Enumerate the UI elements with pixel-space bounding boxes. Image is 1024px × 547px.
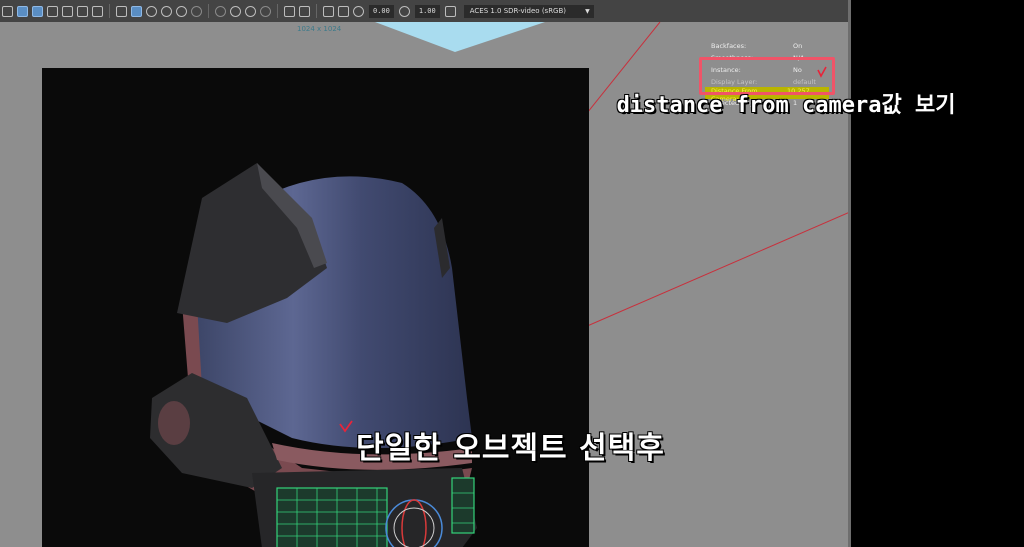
hud-row-backfaces: Backfaces: On xyxy=(711,42,841,54)
xray-joints-icon[interactable] xyxy=(323,5,334,17)
camera-guide-line xyxy=(554,211,850,341)
helmet-model[interactable] xyxy=(42,68,589,547)
highlight-box xyxy=(699,57,835,95)
toolbar-divider xyxy=(277,4,278,18)
exposure-icon[interactable] xyxy=(353,5,364,17)
xray-icon[interactable] xyxy=(299,5,310,17)
use-all-lights-icon[interactable] xyxy=(176,5,187,17)
color-space-dropdown[interactable]: ACES 1.0 SDR-video (sRGB) ▼ xyxy=(463,4,594,18)
wireframe-icon[interactable] xyxy=(116,5,127,17)
depth-of-field-icon[interactable] xyxy=(260,5,271,17)
checkmark-icon xyxy=(339,420,353,433)
select-camera-icon[interactable] xyxy=(2,5,13,17)
exposure-field[interactable]: 0.00 xyxy=(369,4,394,18)
field-chart-icon[interactable] xyxy=(62,5,73,17)
isolate-select-icon[interactable] xyxy=(284,5,295,17)
hud-value: On xyxy=(793,42,803,50)
color-space-label: ACES 1.0 SDR-video (sRGB) xyxy=(469,6,567,15)
toolbar-divider xyxy=(109,4,110,18)
backface-culling-icon[interactable] xyxy=(338,5,349,17)
camera-attributes-icon[interactable] xyxy=(17,5,28,17)
gamma-field[interactable]: 1.00 xyxy=(414,4,440,18)
ear-piece-accent xyxy=(158,401,190,445)
checkmark-icon xyxy=(817,66,827,78)
resolution-gate-label: 1024 x 1024 xyxy=(297,25,342,33)
shadows-icon[interactable] xyxy=(191,5,202,17)
chevron-down-icon: ▼ xyxy=(585,7,590,15)
safe-action-icon[interactable] xyxy=(77,5,88,17)
annotation-caption-korean: 단일한 오브젝트 선택후 xyxy=(356,431,665,466)
toolbar-divider xyxy=(208,4,209,18)
viewport-toolbar: 0.00 1.00 ACES 1.0 SDR-video (sRGB) ▼ xyxy=(0,0,850,23)
resolution-gate-icon[interactable] xyxy=(32,5,43,17)
screen-space-ao-icon[interactable] xyxy=(215,5,226,17)
film-gate-icon[interactable] xyxy=(47,5,58,17)
safe-title-icon[interactable] xyxy=(92,5,103,17)
toolbar-divider xyxy=(316,4,317,18)
gamma-icon[interactable] xyxy=(398,5,410,17)
view-transform-icon[interactable] xyxy=(444,5,456,17)
wireframe-on-shaded-icon[interactable] xyxy=(146,5,157,17)
motion-blur-icon[interactable] xyxy=(230,5,241,17)
textured-icon[interactable] xyxy=(161,5,172,17)
annotation-caption-english: distance from camera값 보기 xyxy=(616,93,956,118)
anti-aliasing-icon[interactable] xyxy=(245,5,256,17)
hud-label: Backfaces: xyxy=(711,42,747,50)
smooth-shade-icon[interactable] xyxy=(131,5,142,17)
render-frame xyxy=(42,68,589,547)
viewport-divider xyxy=(848,0,851,547)
sky-dome-shape xyxy=(375,22,545,52)
